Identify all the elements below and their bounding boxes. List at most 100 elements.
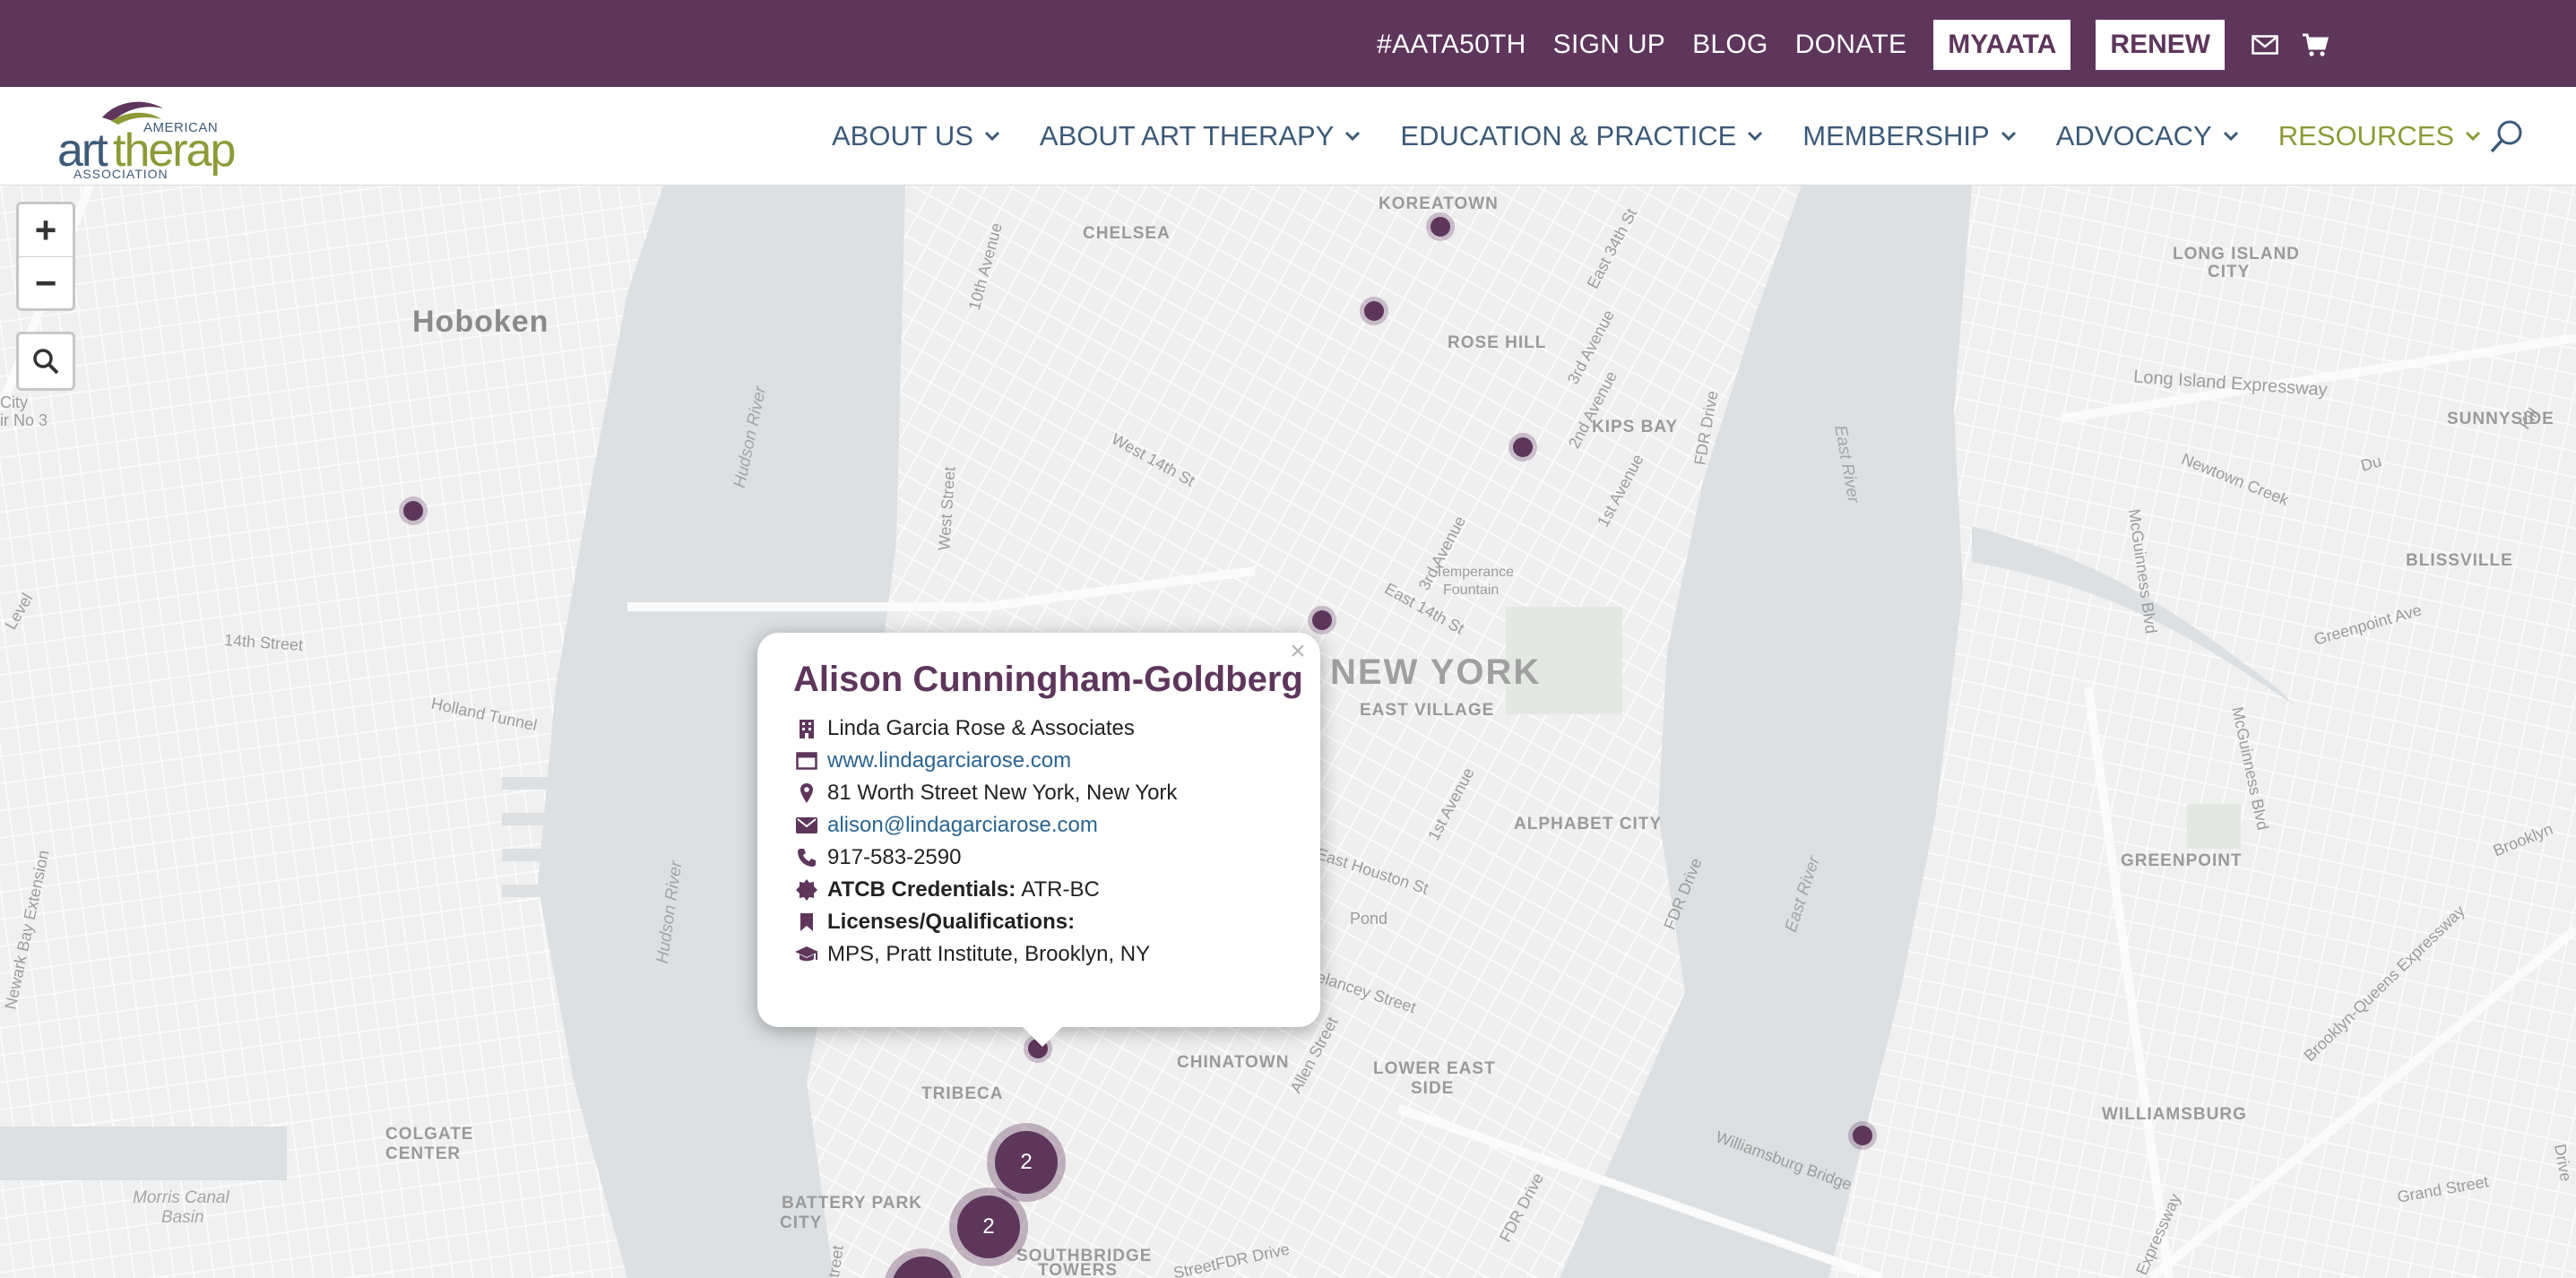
top-bar: #AATA50TH SIGN UP BLOG DONATE MYAATA REN… [0,0,2576,87]
map-pin-icon [793,782,820,804]
chevron-down-icon [1345,131,1361,142]
map-marker[interactable] [1431,217,1450,237]
nav-resources-label: RESOURCES [2278,120,2455,151]
map-label-pier-frag: ir No 3 [0,411,48,429]
top-link-aata50th[interactable]: #AATA50TH [1377,30,1526,60]
graduation-cap-icon [793,944,820,965]
myaata-button[interactable]: MYAATA [1933,20,2071,70]
map-label-greenpoint: GREENPOINT [2121,851,2243,870]
chevron-down-icon [2466,131,2481,142]
cart-icon[interactable] [2300,30,2330,60]
phone-icon [793,847,820,868]
map-label-fountain: Fountain [1443,583,1500,598]
zoom-in-button[interactable]: + [19,204,73,256]
popup-row-website: www.lindagarciarose.com [793,745,1286,777]
map-marker[interactable] [1312,610,1332,630]
map-label-temperance: Temperance [1435,565,1515,580]
main-nav: ABOUT US ABOUT ART THERAPY EDUCATION & P… [832,87,2520,186]
map-canvas[interactable]: Hoboken NEW YORK CHELSEA KOREATOWN ROSE … [0,186,2576,1278]
nav-resources[interactable]: RESOURCES [2278,120,2481,152]
popup-row-credentials: ATCB Credentials: ATR-BC [793,874,1286,906]
top-nav: #AATA50TH SIGN UP BLOG DONATE MYAATA REN… [1377,20,2350,70]
popup-close-button[interactable]: × [1284,638,1311,665]
zoom-out-button[interactable]: − [19,256,73,308]
map-label-blissville: BLISSVILLE [2406,551,2513,570]
member-name: Alison Cunningham-Goldberg [793,660,1303,699]
chevron-down-icon [2001,131,2016,142]
credentials-label: ATCB Credentials: [827,877,1016,902]
map-cluster[interactable]: 2 [957,1196,1020,1258]
chevron-down-icon [2223,131,2238,142]
map-marker[interactable] [1513,437,1533,457]
top-link-blog[interactable]: BLOG [1692,30,1768,60]
map-cluster[interactable]: 2 [995,1131,1058,1194]
zoom-control: + − [16,202,75,311]
member-website-link[interactable]: www.lindagarciarose.com [827,748,1071,773]
map-label-kips-bay: KIPS BAY [1592,418,1678,436]
map-label-lic: LONG ISLAND [2173,245,2300,263]
member-phone: 917-583-2590 [827,845,962,869]
nav-advocacy[interactable]: ADVOCACY [2056,120,2239,152]
nav-about-us-label: ABOUT US [832,120,973,151]
map-marker[interactable] [403,501,423,521]
search-icon [33,349,59,375]
bookmark-icon [793,911,820,933]
aata-logo[interactable]: AMERICAN art therapy ASSOCIATION [56,94,259,181]
top-link-sign-up[interactable]: SIGN UP [1553,30,1665,60]
certificate-badge-icon [793,879,820,901]
map-search-button[interactable] [16,332,75,391]
nav-advocacy-label: ADVOCACY [2055,120,2212,151]
map-label-city-frag: City [0,393,28,411]
map-label-koreatown: KOREATOWN [1379,194,1499,213]
map-label-new-york: NEW YORK [1330,652,1542,692]
map-label-battery-park: BATTERY PARK [782,1194,922,1213]
popup-row-licenses: Licenses/Qualifications: [793,906,1286,938]
nav-about-art-therapy[interactable]: ABOUT ART THERAPY [1040,120,1361,152]
renew-button[interactable]: RENEW [2096,20,2226,70]
member-organization: Linda Garcia Rose & Associates [827,716,1135,740]
logo-association: ASSOCIATION [73,167,169,178]
map-label-southbridge-2: TOWERS [1038,1261,1119,1278]
map-marker[interactable] [1853,1126,1872,1145]
member-popup: × Alison Cunningham-Goldberg Linda Garci… [757,633,1320,1047]
site-search-button[interactable] [2488,117,2526,155]
popup-tip [1023,1027,1062,1047]
member-address: 81 Worth Street New York, New York [827,781,1178,805]
map-marker[interactable] [1364,301,1384,321]
map-label-morris-canal: Morris Canal [133,1188,229,1207]
map-label-lic-2: CITY [2208,263,2251,281]
nav-about-us[interactable]: ABOUT US [832,120,1000,152]
popup-row-email: alison@lindagarciarose.com [793,809,1286,842]
map-label-rose-hill: ROSE HILL [1448,333,1547,352]
map-label-east-village: EAST VILLAGE [1360,701,1495,720]
nav-membership[interactable]: MEMBERSHIP [1802,120,2016,152]
nav-membership-label: MEMBERSHIP [1802,120,1990,151]
map-label-morris-canal-2: Basin [161,1208,204,1227]
chevron-down-icon [984,131,999,142]
popup-row-organization: Linda Garcia Rose & Associates [793,712,1286,745]
map-label-chelsea: CHELSEA [1083,224,1171,243]
map-label-colgate-2: CENTER [385,1144,462,1163]
map-label-colgate: COLGATE [385,1125,474,1144]
top-link-donate[interactable]: DONATE [1795,30,1907,60]
map-label-tribeca: TRIBECA [921,1084,1004,1103]
nav-education-practice[interactable]: EDUCATION & PRACTICE [1400,120,1763,152]
mail-icon[interactable] [2250,30,2280,60]
map-label-pond: Pond [1350,910,1388,928]
chevron-down-icon [1748,131,1763,142]
member-email-link[interactable]: alison@lindagarciarose.com [827,813,1098,838]
licenses-label: Licenses/Qualifications: [827,910,1076,934]
map-label-alphabet-city: ALPHABET CITY [1514,815,1662,833]
credentials-value: ATR-BC [1021,877,1100,902]
map-label-lower-east-side: LOWER EAST [1373,1059,1496,1078]
nav-education-practice-label: EDUCATION & PRACTICE [1400,120,1737,151]
popup-row-address: 81 Worth Street New York, New York [793,777,1286,809]
map-label-williamsburg: WILLIAMSBURG [2102,1105,2247,1124]
map-label-lower-east-side-2: SIDE [1411,1079,1455,1098]
map-label-hoboken: Hoboken [412,305,549,339]
nav-about-art-therapy-label: ABOUT ART THERAPY [1039,120,1335,151]
search-icon [2490,120,2522,153]
envelope-icon [793,815,820,836]
popup-row-phone: 917-583-2590 [793,842,1286,874]
popup-row-education: MPS, Pratt Institute, Brooklyn, NY [793,938,1286,971]
